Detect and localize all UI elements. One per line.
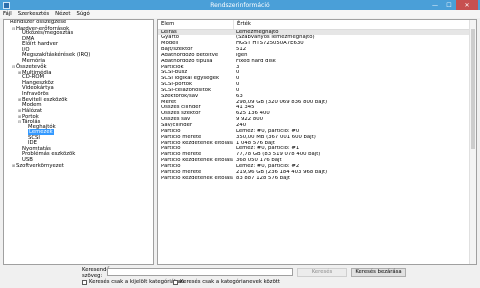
close-search-button[interactable]: Keresés bezárása (351, 268, 406, 277)
close-button[interactable]: ✕ (456, 0, 478, 10)
tree-item-label: Rendszer összegzése (10, 19, 67, 25)
vertical-scrollbar[interactable] (469, 20, 476, 264)
find-button[interactable]: Keresés (297, 268, 347, 277)
tree-item-label: Modem (22, 101, 42, 108)
scrollbar-thumb[interactable] (471, 29, 475, 149)
window-controls: — ☐ ✕ (428, 0, 478, 10)
checkbox-selected-category[interactable]: Keresés csak a kijelölt kategóriában (82, 279, 184, 285)
window-title: Rendszerinformáció (210, 1, 270, 9)
category-tree[interactable]: Rendszer összegzése ⊟Hardver-erőforrások Ü… (3, 19, 154, 265)
tree-item[interactable]: ⊞Szoftverkörnyezet (4, 163, 153, 169)
table-body: Leírás Lemezmeghajtó Gyártó (Szabványos lem… (158, 29, 476, 182)
minimize-button[interactable]: — (428, 0, 442, 10)
checkbox-category-names[interactable]: Keresés csak a kategórianevek között (173, 279, 280, 285)
cell-item: Partíció kezdetének eltolása (161, 175, 233, 181)
details-table: Elem Érték Leírás Lemezmeghajtó Gyártó (Sza… (157, 19, 477, 265)
menu-help[interactable]: Súgó (76, 11, 89, 17)
column-header-value[interactable]: Érték (234, 20, 251, 29)
checkbox-box[interactable] (82, 279, 87, 285)
search-panel: Keresendő szöveg: Keresés Keresés bezárá… (0, 266, 480, 288)
cell-value: 83 887 128 576 bájt (236, 175, 290, 181)
maximize-button[interactable]: ☐ (442, 0, 456, 10)
column-header-item[interactable]: Elem (158, 20, 234, 29)
checkbox-box[interactable] (173, 279, 178, 285)
checkbox-label: Keresés csak a kijelölt kategóriában (89, 279, 185, 285)
menu-view[interactable]: Nézet (55, 11, 70, 17)
tree-item-label: Infravörös (22, 90, 49, 97)
tree-item-label: Memória (22, 57, 46, 64)
title-bar: Rendszerinformáció — ☐ ✕ (0, 0, 480, 10)
menu-bar: Fájl Szerkesztés Nézet Súgó (0, 10, 480, 18)
tree-item-label: Szoftverkörnyezet (16, 163, 64, 169)
checkbox-label: Keresés csak a kategórianevek között (180, 279, 280, 285)
search-input[interactable] (107, 268, 293, 276)
table-row[interactable]: Partíció kezdetének eltolása 83 887 128 5… (158, 176, 476, 182)
tree-item-label: USB (22, 156, 33, 163)
table-header: Elem Érték (158, 20, 476, 30)
menu-edit[interactable]: Szerkesztés (18, 11, 49, 17)
search-label: Keresendő szöveg: (82, 267, 110, 279)
menu-file[interactable]: Fájl (3, 11, 12, 17)
cell-value: Fixed hard disk (236, 58, 276, 64)
